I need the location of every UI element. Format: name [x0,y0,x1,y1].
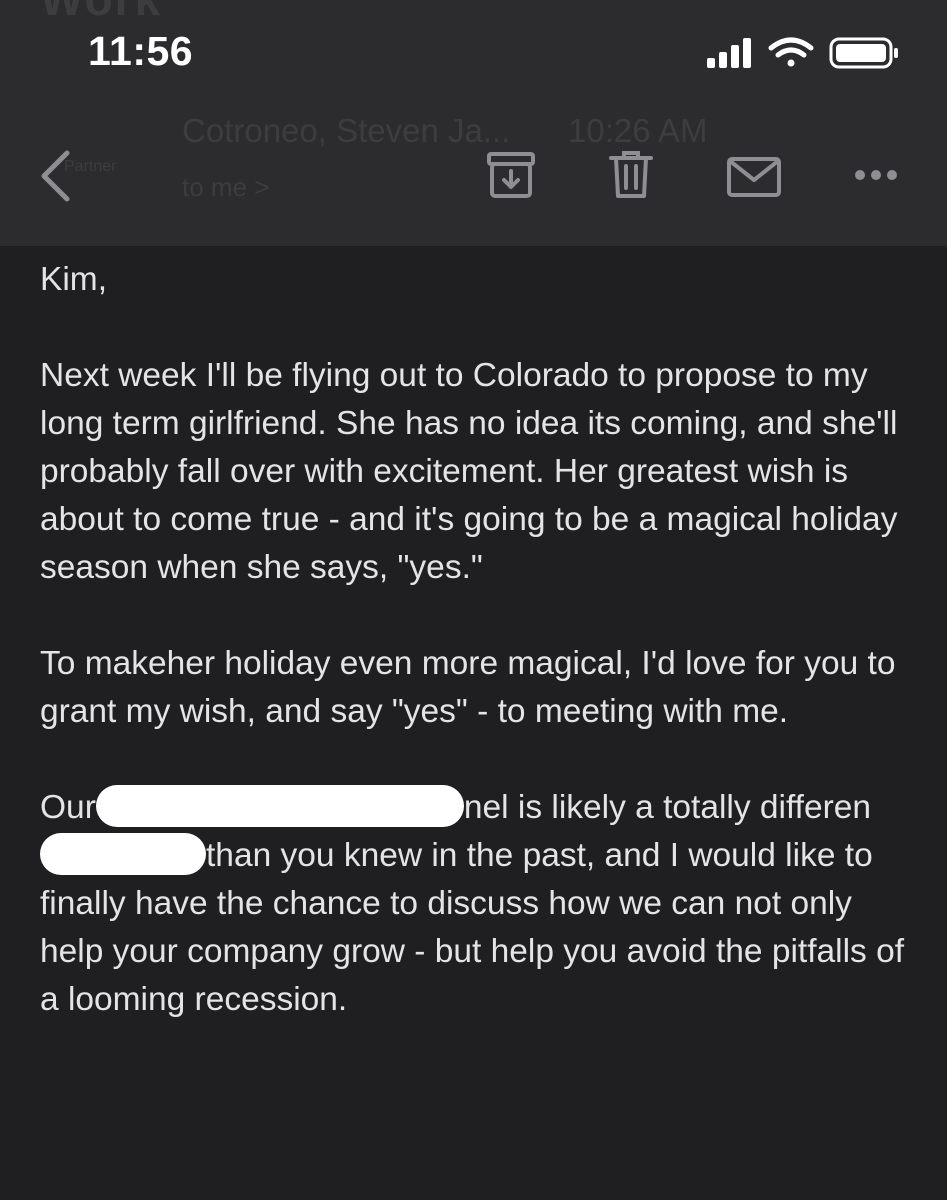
email-top-bar: Work Partner Cotroneo, Steven Ja... 10:2… [0,0,947,246]
status-bar-time: 11:56 [88,28,194,74]
email-greeting: Kim, [40,261,107,298]
trash-icon[interactable] [608,150,654,200]
faded-sent-time: 10:26 AM [568,112,708,149]
status-bar-icons [707,37,898,69]
redaction-mark [40,833,206,875]
wifi-icon [768,37,814,67]
faded-folder-title: Work [40,0,162,26]
more-icon[interactable] [854,166,898,184]
archive-icon[interactable] [486,150,536,200]
redaction-mark [95,785,464,827]
paragraph-3-text-middle: nel is likely a totally differen [463,789,872,826]
email-paragraph-3: Our nel is likely a totally differenthan … [40,784,920,1024]
email-paragraph-2: To makeher holiday even more magical, I'… [40,645,896,730]
faded-recipient: to me > [182,172,270,202]
paragraph-3-text-start: Our [40,789,96,826]
mail-icon[interactable] [726,156,782,198]
cellular-signal-icon [707,38,751,68]
email-paragraph-1: Next week I'll be flying out to Colorado… [40,357,898,586]
email-body: Kim, Next week I'll be flying out to Col… [40,256,920,1024]
back-chevron-icon[interactable] [38,150,72,202]
faded-sender-name: Cotroneo, Steven Ja... [182,112,511,149]
battery-icon [829,37,898,69]
